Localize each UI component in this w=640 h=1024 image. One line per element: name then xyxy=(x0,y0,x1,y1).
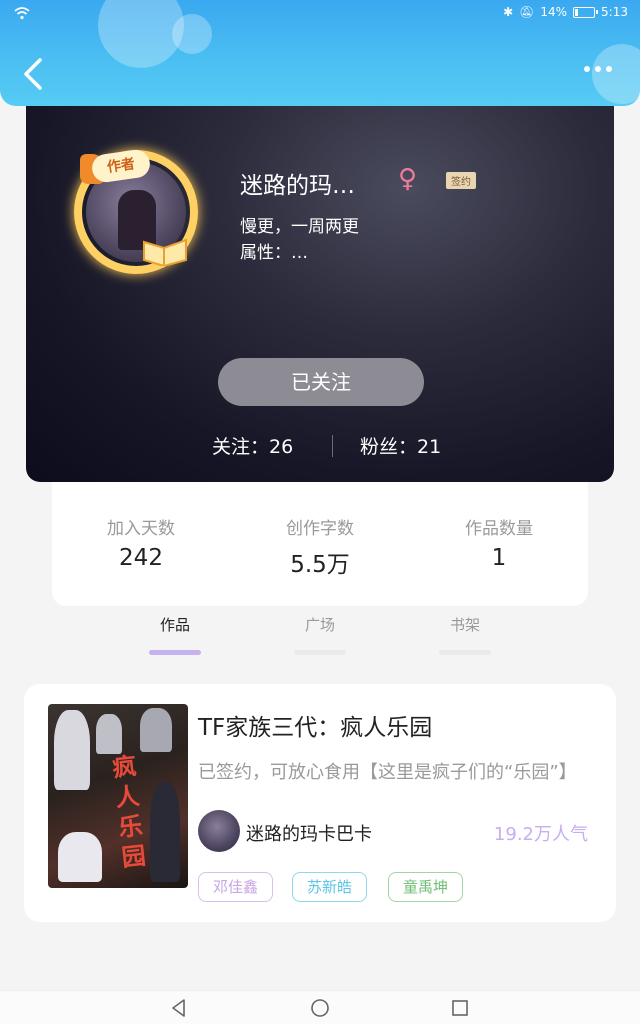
more-dot xyxy=(606,66,612,72)
cover-title: 疯人乐园 xyxy=(110,752,148,872)
cover-figure xyxy=(58,832,102,882)
book-title[interactable]: TF家族三代：疯人乐园 xyxy=(198,708,432,742)
tab-label: 广场 xyxy=(304,616,335,634)
mute-icon: 🔕︎ xyxy=(519,5,535,19)
fans-count[interactable]: 粉丝：21 xyxy=(360,432,441,459)
system-nav-bar xyxy=(0,990,640,1024)
tab-label: 书架 xyxy=(449,616,480,634)
status-bar: ✱ 🔕︎ 14% 5:13 xyxy=(0,0,640,26)
cover-figure xyxy=(54,710,90,790)
book-cover[interactable]: 疯人乐园 xyxy=(48,704,188,888)
battery-fill xyxy=(575,8,579,16)
book-tag[interactable]: 邓佳鑫 xyxy=(198,872,274,902)
book-tag[interactable]: 童禹坤 xyxy=(388,872,464,902)
stat-join-days: 加入天数 242 xyxy=(52,514,230,571)
female-icon: ♀ xyxy=(398,164,418,194)
clock: 5:13 xyxy=(601,5,628,19)
bluetooth-icon: ✱ xyxy=(503,5,514,19)
stat-label: 作品数量 xyxy=(465,519,533,539)
tab-label: 作品 xyxy=(159,616,190,634)
following-count[interactable]: 关注：26 xyxy=(212,432,293,459)
author-attributes[interactable]: 属性：… xyxy=(240,238,308,263)
battery-icon xyxy=(573,6,599,18)
top-header: ✱ 🔕︎ 14% 5:13 xyxy=(0,0,640,106)
stat-value: 5.5万 xyxy=(290,552,350,578)
author-avatar-small[interactable] xyxy=(198,810,240,852)
tab-indicator xyxy=(439,650,491,655)
stat-label: 创作字数 xyxy=(286,519,354,539)
stats-panel: 加入天数 242 创作字数 5.5万 作品数量 1 xyxy=(52,470,588,606)
profile-card: 作者 迷路的玛… ♀ 签约 慢更，一周两更 属性：… 已关注 关注：26 粉丝：… xyxy=(26,92,614,482)
tab-works[interactable]: 作品 xyxy=(140,614,210,655)
popularity-count: 19.2万人气 xyxy=(493,824,588,845)
tab-bookshelf[interactable]: 书架 xyxy=(430,614,500,655)
more-dot xyxy=(584,66,590,72)
battery-text: 14% xyxy=(540,5,568,19)
author-bio: 慢更，一周两更 xyxy=(240,217,359,237)
tab-bar: 作品 广场 书架 xyxy=(0,608,640,658)
tab-indicator xyxy=(294,650,346,655)
nav-recents-icon[interactable] xyxy=(449,997,471,1019)
book-tag[interactable]: 苏新皓 xyxy=(292,872,368,902)
stat-label: 加入天数 xyxy=(107,519,175,539)
stat-word-count: 创作字数 5.5万 xyxy=(231,514,409,579)
book-card[interactable]: 疯人乐园 TF家族三代：疯人乐园 已签约，可放心食用【这里是疯子们的“乐园”】 … xyxy=(24,684,616,922)
follow-stats: 关注：26 粉丝：21 xyxy=(26,432,614,462)
wifi-icon xyxy=(14,7,30,20)
cover-figure xyxy=(140,708,172,752)
nav-home-icon[interactable] xyxy=(309,997,331,1019)
back-button[interactable] xyxy=(18,54,48,94)
follow-button[interactable]: 已关注 xyxy=(218,358,424,406)
stat-works-count: 作品数量 1 xyxy=(410,514,588,571)
book-description: 已签约，可放心食用【这里是疯子们的“乐园”】 xyxy=(198,762,577,783)
book-icon xyxy=(143,238,187,266)
more-dot xyxy=(595,66,601,72)
status-right: ✱ 🔕︎ 14% 5:13 xyxy=(503,5,628,19)
cover-figure xyxy=(150,782,180,882)
tab-plaza[interactable]: 广场 xyxy=(285,614,355,655)
more-button[interactable] xyxy=(584,66,612,72)
stat-value: 242 xyxy=(119,545,163,571)
divider xyxy=(332,435,333,457)
decor-bubble xyxy=(592,44,640,104)
signed-badge: 签约 xyxy=(446,172,476,189)
nav-back-icon[interactable] xyxy=(168,997,190,1019)
tab-indicator xyxy=(149,650,201,655)
book-author-name[interactable]: 迷路的玛卡巴卡 xyxy=(246,820,372,846)
username: 迷路的玛… xyxy=(240,173,355,199)
cover-figure xyxy=(96,714,122,754)
stat-value: 1 xyxy=(491,545,507,571)
